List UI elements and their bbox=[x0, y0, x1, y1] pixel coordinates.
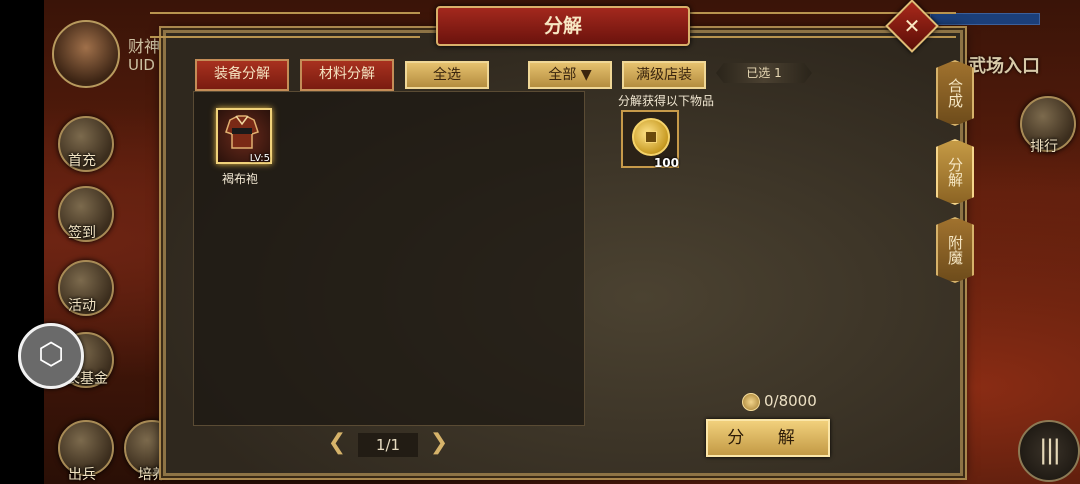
ranking-label: 排行 bbox=[1030, 139, 1058, 155]
robe-icon bbox=[225, 115, 259, 149]
tab-enchant[interactable]: 附魔 bbox=[936, 217, 974, 283]
item-name: 褐布袍 bbox=[222, 172, 259, 186]
copper-coin-icon bbox=[632, 118, 670, 156]
reward-item-slot[interactable]: 100 bbox=[621, 110, 679, 170]
dialog-title: 分解 bbox=[436, 6, 690, 46]
item-level-label: LV:5 bbox=[249, 153, 270, 164]
coin-cost-icon bbox=[742, 393, 760, 411]
tab-decompose-label: 分解 bbox=[946, 157, 964, 187]
tab-equip-decompose[interactable]: 装备分解 bbox=[195, 59, 289, 91]
page-indicator: 1/1 bbox=[358, 433, 418, 457]
reward-title: 分解获得以下物品 bbox=[618, 94, 715, 108]
decompose-button[interactable]: 分 解 bbox=[706, 419, 830, 457]
tab-enchant-label: 附魔 bbox=[946, 235, 964, 265]
left-black-bar bbox=[0, 0, 44, 484]
close-icon[interactable]: ✕ bbox=[893, 7, 931, 45]
tab-material-decompose[interactable]: 材料分解 bbox=[300, 59, 394, 91]
train-label: 培养 bbox=[138, 467, 166, 483]
menu-icon[interactable]: ||| bbox=[1018, 420, 1080, 482]
inventory-item-slot[interactable]: LV:5 bbox=[216, 108, 272, 164]
tab-synthesis[interactable]: 合成 bbox=[936, 60, 974, 126]
max-level-store-button[interactable]: 满级店装 bbox=[622, 61, 706, 89]
deploy-label: 出兵 bbox=[68, 467, 96, 483]
prev-page-icon[interactable]: ❮ bbox=[326, 432, 348, 454]
tab-synthesis-label: 合成 bbox=[946, 78, 964, 108]
tab-decompose[interactable]: 分解 bbox=[936, 139, 974, 205]
filter-dropdown[interactable]: 全部 ▼ bbox=[528, 61, 612, 89]
first-charge-label: 首充 bbox=[68, 153, 96, 169]
sign-in-label: 签到 bbox=[68, 225, 96, 241]
select-all-button[interactable]: 全选 bbox=[405, 61, 489, 89]
player-avatar[interactable] bbox=[52, 20, 120, 88]
title-ornament-left bbox=[150, 12, 420, 38]
decompose-cost: 0/8000 bbox=[764, 392, 817, 410]
reward-count: 100 bbox=[653, 156, 679, 170]
activity-label: 活动 bbox=[68, 298, 96, 314]
selected-count-badge: 已选 1 bbox=[716, 63, 812, 83]
next-page-icon[interactable]: ❯ bbox=[428, 432, 450, 454]
floating-cube-icon[interactable]: ⬡ bbox=[18, 323, 84, 389]
